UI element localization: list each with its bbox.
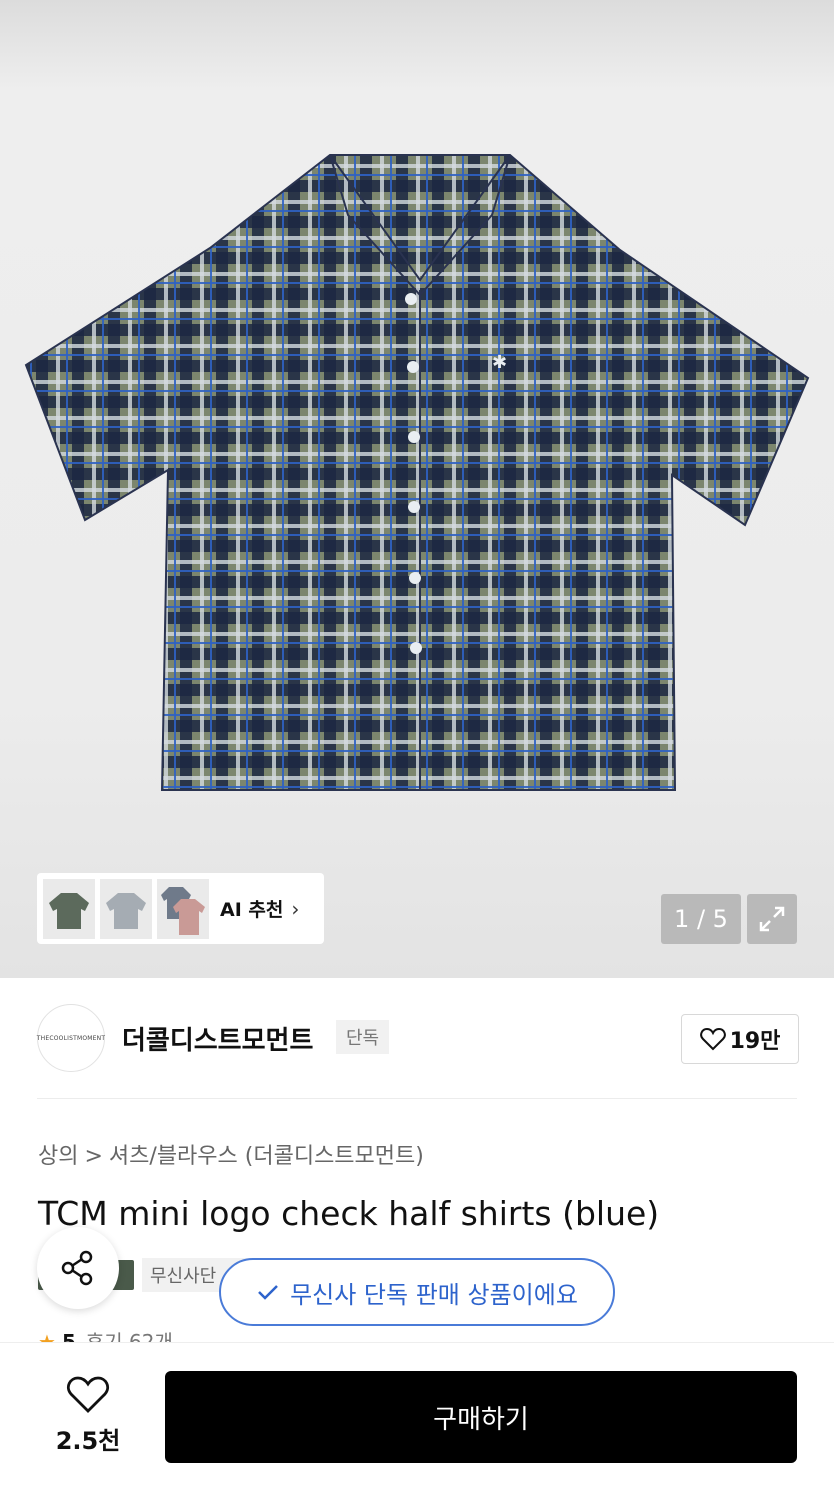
thumbnail-green-shirt[interactable] bbox=[43, 878, 95, 939]
wishlist-count: 2.5천 bbox=[55, 1427, 121, 1455]
breadcrumb-subcategory[interactable]: 셔츠/블라우스 (더콜디스트모먼트) bbox=[109, 1144, 424, 1169]
product-image: ✱ bbox=[24, 154, 810, 791]
heart-icon bbox=[67, 1376, 109, 1413]
exclusive-badge: 단독 bbox=[336, 1020, 390, 1054]
share-icon bbox=[61, 1250, 93, 1286]
tooltip-text: 무신사 단독 판매 상품이에요 bbox=[290, 1280, 578, 1309]
exclusive-tooltip: 무신사 단독 판매 상품이에요 bbox=[219, 1258, 615, 1326]
brand-logo[interactable]: THECOOLISTMOMENT bbox=[37, 1004, 105, 1072]
breadcrumb: 상의 > 셔츠/블라우스 (더콜디스트모먼트) bbox=[38, 1138, 424, 1170]
svg-text:✱: ✱ bbox=[492, 352, 507, 373]
wishlist-button[interactable]: 2.5천 bbox=[46, 1375, 130, 1456]
brand-like-button[interactable]: 19만 bbox=[681, 1014, 799, 1064]
expand-icon[interactable] bbox=[747, 894, 797, 944]
divider bbox=[37, 1098, 797, 1099]
brand-name[interactable]: 더콜디스트모먼트 bbox=[122, 1020, 313, 1057]
ai-recommend-label[interactable]: AI 추천 bbox=[220, 895, 283, 922]
share-button[interactable] bbox=[37, 1227, 119, 1309]
product-image-gallery[interactable]: ✱ AI 추천 › 1 / 5 bbox=[0, 0, 834, 978]
breadcrumb-separator: > bbox=[84, 1144, 103, 1169]
chevron-right-icon[interactable]: › bbox=[291, 897, 299, 921]
thumbnail-pink-shirt[interactable] bbox=[157, 878, 209, 939]
brand-like-count: 19만 bbox=[729, 1029, 781, 1054]
image-counter: 1 / 5 bbox=[661, 894, 741, 944]
bottom-action-bar: 2.5천 구매하기 bbox=[0, 1342, 834, 1501]
check-icon bbox=[258, 1285, 278, 1300]
heart-icon bbox=[699, 1027, 726, 1051]
buy-button[interactable]: 구매하기 bbox=[165, 1371, 797, 1463]
breadcrumb-category[interactable]: 상의 bbox=[38, 1144, 78, 1169]
thumbnail-grey-shirt[interactable] bbox=[100, 878, 152, 939]
brand-row: THECOOLISTMOMENT 더콜디스트모먼트 단독 19만 bbox=[0, 1000, 834, 1076]
ai-recommend-strip[interactable]: AI 추천 › bbox=[37, 873, 324, 944]
product-title: TCM mini logo check half shirts (blue) bbox=[38, 1194, 660, 1233]
